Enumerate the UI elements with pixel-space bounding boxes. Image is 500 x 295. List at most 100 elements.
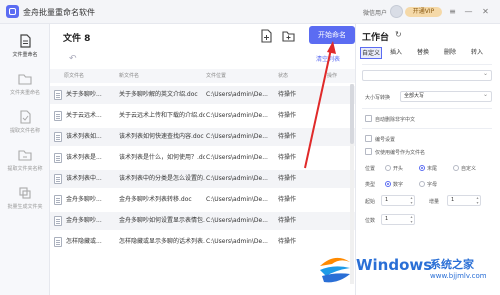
file-path: C:\Users\admin\De... <box>206 175 268 182</box>
table-row[interactable]: 该术列表是... 该术列表是什么，如何使用？.doc C:\Users\admi… <box>50 149 355 167</box>
position-start-radio[interactable] <box>385 165 391 171</box>
doc-icon <box>54 90 62 100</box>
tab-insert[interactable]: 插入 <box>387 47 405 59</box>
doc-icon <box>54 237 62 247</box>
tab-delete[interactable]: 删除 <box>441 47 459 59</box>
original-name: 该术列表如... <box>66 133 102 140</box>
col-status: 状态 <box>278 73 289 79</box>
avatar[interactable] <box>390 5 403 18</box>
add-file-icon[interactable] <box>260 29 273 43</box>
type-label: 类型 <box>365 182 376 188</box>
add-folder-icon[interactable] <box>282 29 295 43</box>
nav-label: 提取文件名称 <box>9 128 40 134</box>
nav-item-file-rename[interactable]: 文件重命名 <box>0 28 50 68</box>
doc-icon <box>54 174 62 184</box>
watermark-url: www.bjjmlv.com <box>430 272 487 280</box>
new-name: 该术列表中的分类是怎么设置的... <box>119 175 205 182</box>
keep-name-checkbox[interactable] <box>365 148 372 155</box>
undo-icon[interactable]: ↶ <box>69 54 77 64</box>
file-path: C:\Users\admin\De... <box>206 112 268 119</box>
new-name: 该术列表是什么，如何使用？.doc <box>119 154 205 161</box>
panel-title: 工作台 <box>362 33 390 43</box>
extract-icon <box>20 110 31 124</box>
status: 待操作 <box>278 133 297 140</box>
table-row[interactable]: 该术列表中... 该术列表中的分类是怎么设置的... C:\Users\admi… <box>50 170 355 188</box>
file-area: 文件 8 开始命名 ↶ 清空列表 原文件名 新文件名 文件位置 状态 操作 关于… <box>50 24 355 295</box>
position-custom-label: 自定义 <box>461 166 477 172</box>
close-icon[interactable]: ✕ <box>479 5 492 18</box>
minimize-icon[interactable]: — <box>462 5 475 18</box>
new-name: 怎样隐藏或显示多聊的话术列表... <box>119 238 205 245</box>
vip-button[interactable]: 开通VIP <box>405 7 442 17</box>
col-new: 新文件名 <box>119 73 140 79</box>
title-bar: 金舟批量重命名软件 微信用户 开通VIP ≡ — ✕ <box>0 0 500 24</box>
doc-icon <box>54 195 62 205</box>
file-path: C:\Users\admin\De... <box>206 154 268 161</box>
table-row[interactable]: 关于多聊吵... 关于多聊吵解的英文介绍.doc C:\Users\admin\… <box>50 86 355 104</box>
folder-icon <box>18 74 32 85</box>
table-row[interactable]: 该术列表如... 该术列表如何快速查找内容.doc C:\Users\admin… <box>50 128 355 146</box>
nav-item-generate-folder[interactable]: 批量生成文件夹 <box>0 180 50 220</box>
nav-label: 文件夹重命名 <box>9 90 40 96</box>
status: 待操作 <box>278 196 297 203</box>
divider <box>362 128 492 129</box>
nav-item-extract-name[interactable]: 提取文件名称 <box>0 104 50 144</box>
doc-icon <box>54 132 62 142</box>
nav-item-extract-folder[interactable]: 提取文件夹名称 <box>0 142 50 182</box>
position-custom-radio[interactable] <box>453 165 459 171</box>
original-name: 关于多聊吵... <box>66 91 102 98</box>
col-path: 文件位置 <box>206 73 227 79</box>
table-row[interactable]: 金舟多聊吵... 金舟多聊吵术列表转移.doc C:\Users\admin\D… <box>50 191 355 209</box>
auto-rename-checkbox[interactable] <box>365 115 372 122</box>
status: 待操作 <box>278 217 297 224</box>
file-path: C:\Users\admin\De... <box>206 133 268 140</box>
original-name: 关于云远术... <box>66 112 102 119</box>
scrollbar-thumb[interactable] <box>350 84 354 144</box>
watermark: Windows 系统之家 www.bjjmlv.com <box>312 248 500 295</box>
custom-select[interactable] <box>362 70 492 81</box>
user-name[interactable]: 微信用户 <box>363 8 387 17</box>
doc-icon <box>20 34 31 48</box>
clear-list-link[interactable]: 清空列表 <box>316 54 340 63</box>
start-stepper[interactable]: ▴ ▾ <box>409 195 414 206</box>
table-row[interactable]: 怎样隐藏或... 怎样隐藏或显示多聊的话术列表... C:\Users\admi… <box>50 233 355 251</box>
doc-icon <box>54 153 62 163</box>
numbering-checkbox[interactable] <box>365 135 372 142</box>
nav-label: 提取文件夹名称 <box>7 166 43 172</box>
divider <box>362 64 492 65</box>
type-letter-label: 字母 <box>427 182 438 188</box>
table-row[interactable]: 金舟多聊吵... 金舟多聊吵如何设置显示表情包... C:\Users\admi… <box>50 212 355 230</box>
step-label: 增量 <box>429 199 440 205</box>
refresh-icon[interactable]: ↻ <box>395 30 402 39</box>
col-original: 原文件名 <box>64 73 85 79</box>
nav-label: 批量生成文件夹 <box>7 204 43 210</box>
file-path: C:\Users\admin\De... <box>206 196 268 203</box>
case-label: 大小写转换 <box>365 95 391 101</box>
col-action: 操作 <box>327 73 338 79</box>
tab-import[interactable]: 转入 <box>468 47 486 59</box>
tab-replace[interactable]: 替换 <box>414 47 432 59</box>
file-path: C:\Users\admin\De... <box>206 217 268 224</box>
new-name: 金舟多聊吵如何设置显示表情包... <box>119 217 205 224</box>
nav-item-folder-rename[interactable]: 文件夹重命名 <box>0 66 50 106</box>
table-row[interactable]: 关于云远术... 关于云远术上传和下载的介绍.doc C:\Users\admi… <box>50 107 355 125</box>
new-name: 该术列表如何快速查找内容.doc <box>119 133 204 140</box>
status: 待操作 <box>278 112 297 119</box>
status: 待操作 <box>278 175 297 182</box>
type-letter-radio[interactable] <box>419 181 425 187</box>
case-select[interactable]: 全部大写 <box>400 91 492 102</box>
position-end-radio[interactable] <box>419 165 425 171</box>
step-stepper[interactable]: ▴ ▾ <box>475 195 480 206</box>
start-rename-button[interactable]: 开始命名 <box>309 26 355 44</box>
type-number-radio[interactable] <box>385 181 391 187</box>
watermark-brand: Windows <box>356 256 433 274</box>
tab-custom[interactable]: 自定义 <box>360 47 382 59</box>
digits-stepper[interactable]: ▴ ▾ <box>409 214 414 225</box>
numbering-label: 编号设置 <box>375 137 396 143</box>
original-name: 怎样隐藏或... <box>66 238 102 245</box>
digits-label: 位数 <box>365 218 376 224</box>
nav-label: 文件重命名 <box>12 52 38 58</box>
keep-name-label: 仅使用编号作为文件名 <box>375 150 426 156</box>
menu-icon[interactable]: ≡ <box>446 5 459 18</box>
extract-folder-icon <box>18 150 32 161</box>
